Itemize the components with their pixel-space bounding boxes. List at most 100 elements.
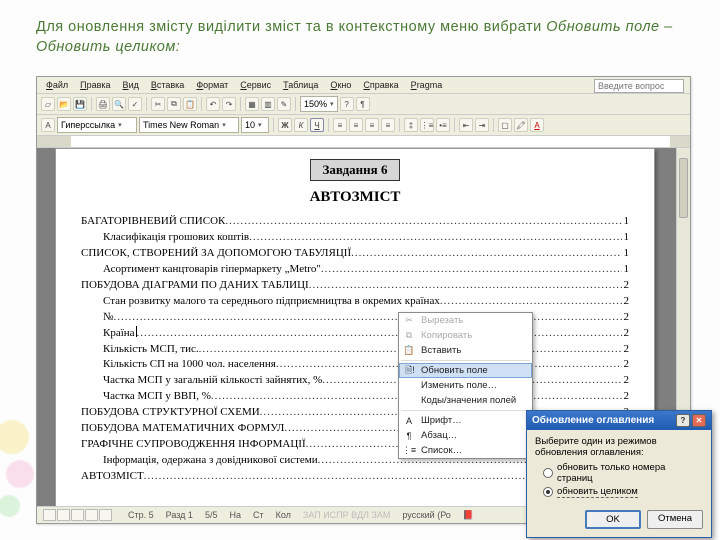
align-center-icon[interactable]: ≡ — [349, 118, 363, 132]
menu-таблица[interactable]: Таблица — [278, 79, 323, 91]
toc-leader-dots: ........................................… — [321, 262, 622, 278]
toc-row[interactable]: Кількість СП на 1000 чол. населення.....… — [81, 357, 629, 373]
align-left-icon[interactable]: ≡ — [333, 118, 347, 132]
menu-pragma[interactable]: Pragma — [406, 79, 448, 91]
menu-окно[interactable]: Окно — [325, 79, 356, 91]
view-web-icon[interactable] — [57, 509, 70, 521]
toc-row[interactable]: Стан розвитку малого та середнього підпр… — [81, 294, 629, 310]
toc-entry-text: АВТОЗМІСТ — [81, 469, 144, 485]
view-outline-icon[interactable] — [85, 509, 98, 521]
styles-pane-icon[interactable]: A — [41, 118, 55, 132]
menu-вид[interactable]: Вид — [118, 79, 144, 91]
align-justify-icon[interactable]: ≡ — [381, 118, 395, 132]
indent-icon[interactable]: ⇥ — [475, 118, 489, 132]
toc-row[interactable]: Класифікація грошових коштів............… — [81, 230, 629, 246]
font-color-icon[interactable]: A — [530, 118, 544, 132]
toc-entry-text: Кількість МСП, тис. — [81, 342, 199, 358]
italic-icon[interactable]: К — [294, 118, 308, 132]
para-marks-icon[interactable]: ¶ — [356, 97, 370, 111]
underline-icon[interactable]: Ч — [310, 118, 324, 132]
toc-leader-dots: ........................................… — [309, 278, 622, 294]
undo-icon[interactable]: ↶ — [206, 97, 220, 111]
ctx-list[interactable]: ⋮≡Список… — [399, 443, 532, 458]
toc-row[interactable]: СПИСОК, СТВОРЕНИЙ ЗА ДОПОМОГОЮ ТАБУЛЯЦІЇ… — [81, 246, 629, 262]
radio-icon — [543, 468, 553, 478]
open-icon[interactable]: 📂 — [57, 97, 71, 111]
highlight-icon[interactable]: 🖍 — [514, 118, 528, 132]
dialog-help-icon[interactable]: ? — [676, 414, 690, 427]
status-book-icon[interactable]: 📕 — [463, 510, 474, 521]
radio-entire[interactable]: обновить целиком — [543, 486, 703, 498]
style-combo[interactable]: Гиперссылка — [57, 117, 137, 133]
toc-row[interactable]: №.......................................… — [81, 310, 629, 326]
zoom-combo[interactable]: 150% — [300, 96, 338, 112]
cancel-button[interactable]: Отмена — [647, 510, 703, 529]
preview-icon[interactable]: 🔍 — [112, 97, 126, 111]
line-spacing-icon[interactable]: ‡ — [404, 118, 418, 132]
toc-row[interactable]: Країна..................................… — [81, 326, 629, 342]
border-icon[interactable]: ▢ — [498, 118, 512, 132]
status-flags: ЗАП ИСПР ВДЛ ЗАМ — [303, 510, 391, 520]
view-reading-icon[interactable] — [99, 509, 112, 521]
paste-icon[interactable]: 📋 — [183, 97, 197, 111]
toc-row[interactable]: ПОБУДОВА ДІАГРАМИ ПО ДАНИХ ТАБЛИЦІ......… — [81, 278, 629, 294]
toc-row[interactable]: Кількість МСП, тис......................… — [81, 342, 629, 358]
toc-page-number: 1 — [622, 230, 630, 246]
align-right-icon[interactable]: ≡ — [365, 118, 379, 132]
ctx-toggle-codes[interactable]: Коды/значения полей — [399, 393, 532, 408]
view-buttons[interactable] — [43, 509, 112, 521]
ctx-paste[interactable]: 📋Вставить — [399, 343, 532, 358]
spell-icon[interactable]: ✓ — [128, 97, 142, 111]
font-combo[interactable]: Times New Roman — [139, 117, 239, 133]
print-icon[interactable]: 🖨 — [96, 97, 110, 111]
radio-pages-only[interactable]: обновить только номера страниц — [543, 462, 703, 484]
menu-формат[interactable]: Формат — [191, 79, 233, 91]
menu-файл[interactable]: Файл — [41, 79, 73, 91]
ctx-paragraph[interactable]: ¶Абзац… — [399, 428, 532, 443]
toc-entry-text: ПОБУДОВА МАТЕМАТИЧНИХ ФОРМУЛ — [81, 421, 284, 437]
toc-row[interactable]: БАГАТОРІВНЕВИЙ СПИСОК...................… — [81, 214, 629, 230]
toc-entry-text: Стан розвитку малого та середнього підпр… — [81, 294, 440, 310]
menu-вставка[interactable]: Вставка — [146, 79, 189, 91]
menu-справка[interactable]: Справка — [358, 79, 403, 91]
paragraph-icon: ¶ — [402, 430, 416, 442]
ask-question-box[interactable] — [594, 79, 684, 93]
instruction-text: Для оновлення змісту виділити зміст та в… — [0, 0, 720, 63]
help-icon[interactable]: ? — [340, 97, 354, 111]
toc-page-number: 2 — [622, 294, 630, 310]
table-icon[interactable]: ▦ — [245, 97, 259, 111]
ask-question-input[interactable] — [594, 79, 684, 93]
size-combo[interactable]: 10 — [241, 117, 269, 133]
columns-icon[interactable]: ▥ — [261, 97, 275, 111]
view-print-icon[interactable] — [71, 509, 84, 521]
view-normal-icon[interactable] — [43, 509, 56, 521]
toc-row[interactable]: Асортимент канцтоварів гіпермаркету „Met… — [81, 262, 629, 278]
toc-entry-text: ПОБУДОВА СТРУКТУРНОЇ СХЕМИ — [81, 405, 260, 421]
outdent-icon[interactable]: ⇤ — [459, 118, 473, 132]
page-heading: АВТОЗМІСТ — [81, 189, 629, 206]
ruler[interactable] — [37, 136, 690, 148]
toc-entry-text: Країна — [81, 326, 135, 342]
ctx-edit-field[interactable]: Изменить поле… — [399, 378, 532, 393]
dialog-close-icon[interactable]: ✕ — [692, 414, 706, 427]
toc-row[interactable]: Частка МСП у ВВП, %.....................… — [81, 389, 629, 405]
menu-сервис[interactable]: Сервис — [235, 79, 276, 91]
redo-icon[interactable]: ↷ — [222, 97, 236, 111]
cut-icon[interactable]: ✂ — [151, 97, 165, 111]
toc-row[interactable]: Частка МСП у загальній кількості зайняти… — [81, 373, 629, 389]
scrollbar-thumb[interactable] — [679, 158, 688, 218]
ok-button[interactable]: OK — [585, 510, 641, 529]
ctx-font[interactable]: AШрифт… — [399, 413, 532, 428]
menu-правка[interactable]: Правка — [75, 79, 115, 91]
new-icon[interactable]: ▱ — [41, 97, 55, 111]
numbering-icon[interactable]: ⋮≡ — [420, 118, 434, 132]
toc-page-number: 2 — [622, 278, 630, 294]
dialog-titlebar[interactable]: Обновление оглавления ? ✕ — [527, 411, 711, 430]
bullets-icon[interactable]: •≡ — [436, 118, 450, 132]
copy-icon[interactable]: ⧉ — [167, 97, 181, 111]
bold-icon[interactable]: Ж — [278, 118, 292, 132]
toc-page-number: 1 — [622, 214, 630, 230]
drawing-icon[interactable]: ✎ — [277, 97, 291, 111]
save-icon[interactable]: 💾 — [73, 97, 87, 111]
ctx-update-field[interactable]: 🗎!Обновить поле — [399, 363, 532, 378]
